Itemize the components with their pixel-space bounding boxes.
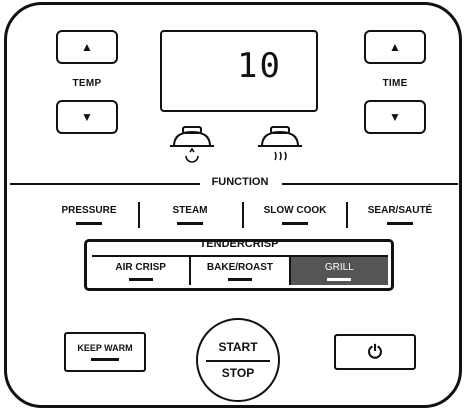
function-divider-right <box>282 183 458 185</box>
mode-label: BAKE/ROAST <box>206 262 274 273</box>
temp-down-button[interactable]: ▼ <box>56 100 118 134</box>
temp-up-button[interactable]: ▲ <box>56 30 118 64</box>
time-down-button[interactable]: ▼ <box>364 100 426 134</box>
start-stop-divider <box>206 360 270 362</box>
mode-label: GRILL <box>324 262 354 273</box>
mode-indicator <box>282 222 308 225</box>
mode-label: AIR CRISP <box>115 262 166 273</box>
mode-separator <box>242 202 244 228</box>
arrow-up-icon: ▲ <box>389 40 401 54</box>
keep-warm-button[interactable]: KEEP WARM <box>64 332 146 372</box>
mode-bake-roast[interactable]: BAKE/ROAST <box>189 257 288 285</box>
mode-grill[interactable]: GRILL <box>288 257 388 285</box>
lcd-display: 10 <box>160 30 318 112</box>
tendercrisp-modes: AIR CRISP BAKE/ROAST GRILL <box>92 255 388 285</box>
arrow-down-icon: ▼ <box>81 110 93 124</box>
start-stop-button[interactable]: START STOP <box>196 318 280 402</box>
mode-separator <box>138 202 140 228</box>
mode-indicator <box>76 222 102 225</box>
function-title: FUNCTION <box>211 176 269 188</box>
display-value: 10 <box>237 46 282 86</box>
mode-label: SEAR/SAUTÉ <box>367 205 433 216</box>
mode-label: STEAM <box>172 205 208 216</box>
function-divider-left <box>10 183 200 185</box>
crisping-lid-icon <box>258 126 302 161</box>
mode-air-crisp[interactable]: AIR CRISP <box>92 257 189 285</box>
mode-label: PRESSURE <box>61 205 117 216</box>
keep-warm-indicator <box>91 358 119 361</box>
tendercrisp-title: TENDERCRISP <box>199 238 279 250</box>
time-label: TIME <box>382 78 408 89</box>
mode-indicator <box>327 278 352 281</box>
power-icon: ⏻ <box>367 341 383 362</box>
temp-label: TEMP <box>72 78 102 89</box>
mode-label: SLOW COOK <box>263 205 327 216</box>
mode-indicator <box>387 222 413 225</box>
time-up-button[interactable]: ▲ <box>364 30 426 64</box>
keep-warm-label: KEEP WARM <box>77 343 133 353</box>
mode-indicator <box>177 222 203 225</box>
start-label: START <box>218 340 258 354</box>
arrow-up-icon: ▲ <box>81 40 93 54</box>
mode-indicator <box>128 278 153 281</box>
pressure-lid-icon <box>170 126 214 163</box>
mode-indicator <box>227 278 252 281</box>
stop-label: STOP <box>221 366 255 380</box>
power-button[interactable]: ⏻ <box>334 334 416 370</box>
arrow-down-icon: ▼ <box>389 110 401 124</box>
